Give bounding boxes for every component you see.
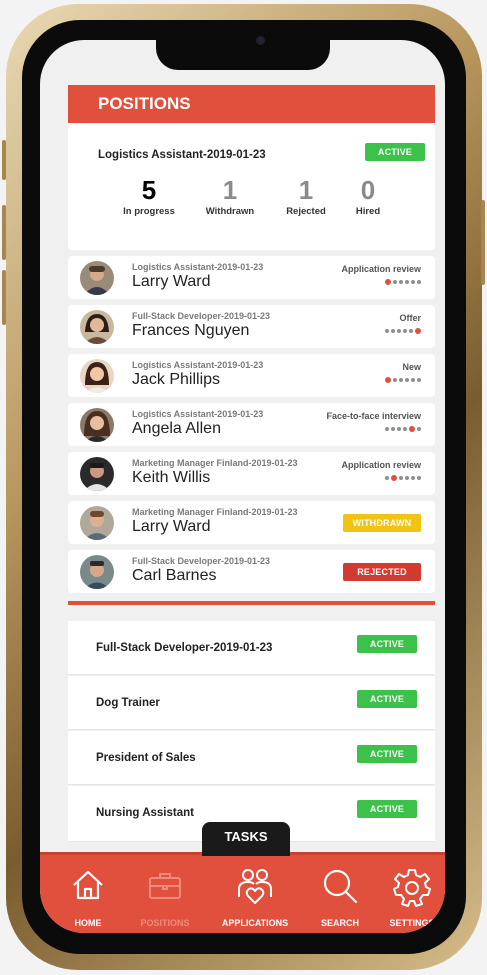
nav-label: SETTINGS	[389, 918, 435, 928]
avatar	[80, 555, 114, 589]
candidate-name: Carl Barnes	[132, 567, 217, 584]
stat-withdrawn: 1 Withdrawn	[195, 176, 265, 217]
candidate-name: Frances Nguyen	[132, 322, 250, 339]
application-position: Logistics Assistant-2019-01-23	[132, 409, 264, 419]
status-badge: ACTIVE	[357, 745, 417, 763]
position-summary-card[interactable]: Logistics Assistant-2019-01-23 ACTIVE 5 …	[68, 124, 435, 250]
application-position: Logistics Assistant-2019-01-23	[132, 262, 264, 272]
summary-position-title: Logistics Assistant-2019-01-23	[98, 149, 266, 161]
application-row[interactable]: Full-Stack Developer-2019-01-23 Frances …	[68, 305, 435, 348]
application-stage: Offer	[399, 313, 421, 323]
position-row[interactable]: Dog Trainer ACTIVE	[68, 676, 435, 730]
phone-volume-up	[2, 205, 6, 260]
position-title: Nursing Assistant	[96, 807, 194, 819]
candidate-name: Larry Ward	[132, 518, 211, 535]
candidate-name: Jack Phillips	[132, 371, 221, 388]
stat-value: 1	[222, 175, 238, 205]
avatar	[80, 506, 114, 540]
candidate-name: Angela Allen	[132, 420, 221, 437]
application-position: Marketing Manager Finland-2019-01-23	[132, 507, 298, 517]
nav-search[interactable]: SEARCH	[310, 855, 370, 933]
nav-label: SEARCH	[320, 918, 359, 928]
application-position: Full-Stack Developer-2019-01-23	[132, 311, 271, 321]
stage-progress	[385, 475, 421, 481]
application-row[interactable]: Logistics Assistant-2019-01-23 Angela Al…	[68, 403, 435, 446]
candidate-name: Larry Ward	[132, 273, 211, 290]
position-row[interactable]: President of Sales ACTIVE	[68, 731, 435, 785]
stage-progress	[385, 279, 421, 285]
position-title: Full-Stack Developer-2019-01-23	[96, 642, 273, 654]
stat-value: 5	[141, 175, 157, 205]
withdrawn-badge: WITHDRAWN	[343, 514, 421, 532]
nav-label: HOME	[74, 918, 102, 928]
stat-rejected: 1 Rejected	[271, 176, 341, 217]
stat-value: 0	[360, 175, 376, 205]
stage-progress	[385, 328, 421, 334]
nav-applications[interactable]: APPLICATIONS	[212, 855, 298, 933]
application-stage: Application review	[341, 460, 421, 470]
avatar	[80, 261, 114, 295]
avatar	[80, 457, 114, 491]
stat-hired: 0 Hired	[333, 176, 403, 217]
avatar	[80, 359, 114, 393]
status-badge: ACTIVE	[357, 800, 417, 818]
stat-label: In progress	[123, 206, 175, 217]
stat-in-progress: 5 In progress	[114, 176, 184, 217]
application-stage: Face-to-face interview	[326, 411, 421, 421]
application-row[interactable]: Marketing Manager Finland-2019-01-23 Lar…	[68, 501, 435, 544]
application-row[interactable]: Logistics Assistant-2019-01-23 Jack Phil…	[68, 354, 435, 397]
avatar	[80, 310, 114, 344]
nav-label: POSITIONS	[140, 918, 190, 928]
status-badge: ACTIVE	[365, 143, 425, 161]
page-title: POSITIONS	[68, 85, 435, 123]
search-icon	[323, 869, 358, 904]
application-stage: Application review	[341, 264, 421, 274]
application-stage: New	[402, 362, 421, 372]
phone-notch	[156, 40, 330, 70]
rejected-badge: REJECTED	[343, 563, 421, 581]
application-row[interactable]: Marketing Manager Finland-2019-01-23 Kei…	[68, 452, 435, 495]
application-position: Full-Stack Developer-2019-01-23	[132, 556, 271, 566]
position-title: President of Sales	[96, 752, 196, 764]
app-screen: POSITIONS Logistics Assistant-2019-01-23…	[40, 40, 445, 933]
position-row[interactable]: Full-Stack Developer-2019-01-23 ACTIVE	[68, 621, 435, 675]
briefcase-icon	[149, 873, 181, 899]
application-position: Marketing Manager Finland-2019-01-23	[132, 458, 298, 468]
status-badge: ACTIVE	[357, 690, 417, 708]
nav-label: APPLICATIONS	[221, 918, 289, 928]
front-camera	[256, 36, 265, 45]
stat-label: Rejected	[286, 206, 326, 217]
stat-label: Hired	[355, 206, 381, 217]
stat-label: Withdrawn	[205, 206, 255, 217]
application-position: Logistics Assistant-2019-01-23	[132, 360, 264, 370]
stat-value: 1	[298, 175, 314, 205]
tasks-tab[interactable]: TASKS	[202, 822, 290, 856]
stage-progress	[385, 377, 421, 383]
bottom-nav: HOME POSITIONS APPLICATIONS SEARCH SETTI…	[40, 852, 445, 933]
phone-volume-down	[2, 270, 6, 325]
phone-side-button	[2, 140, 6, 180]
nav-home[interactable]: HOME	[58, 855, 118, 933]
nav-positions[interactable]: POSITIONS	[132, 855, 198, 933]
phone-power-button	[481, 200, 485, 285]
application-row[interactable]: Full-Stack Developer-2019-01-23 Carl Bar…	[68, 550, 435, 593]
stage-progress	[385, 426, 421, 432]
candidate-name: Keith Willis	[132, 469, 211, 486]
application-row[interactable]: Logistics Assistant-2019-01-23 Larry War…	[68, 256, 435, 299]
status-badge: ACTIVE	[357, 635, 417, 653]
gear-icon	[393, 869, 431, 907]
nav-settings[interactable]: SETTINGS	[382, 855, 442, 933]
people-heart-icon	[238, 869, 272, 904]
position-title: Dog Trainer	[96, 697, 160, 709]
home-icon	[73, 870, 103, 900]
avatar	[80, 408, 114, 442]
section-divider	[68, 601, 435, 605]
